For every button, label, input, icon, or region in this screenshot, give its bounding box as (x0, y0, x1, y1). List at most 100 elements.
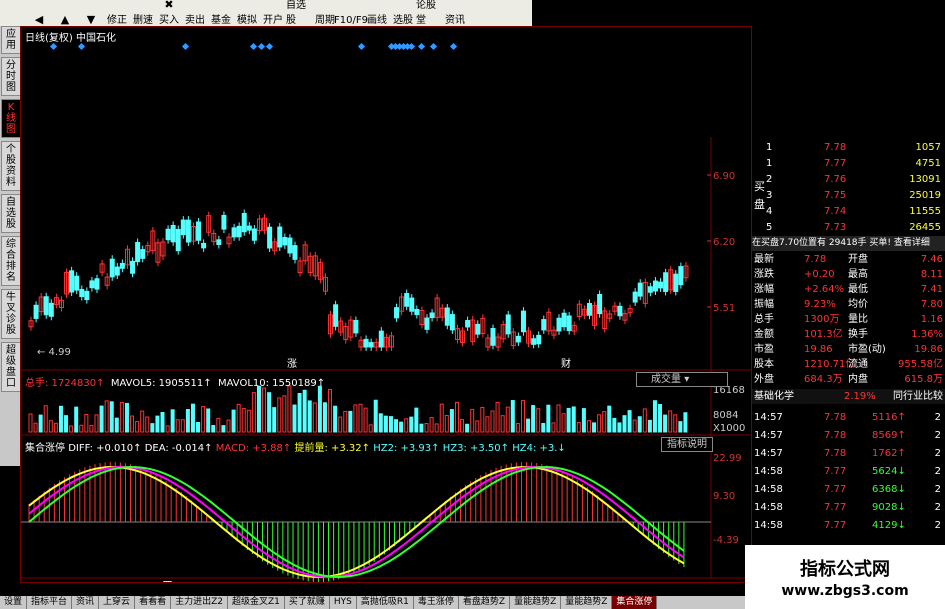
candle-body (444, 307, 450, 326)
toolbar-button-9[interactable]: 模拟 (234, 0, 260, 26)
quote-value: 9.23% (804, 299, 836, 310)
left-tab-7[interactable]: 超级盘口 (1, 342, 21, 392)
bottom-tab-11[interactable]: 看盘趋势Z (459, 596, 511, 609)
volume-bar (104, 400, 109, 433)
candle-body (48, 302, 54, 317)
bottom-tab-0[interactable]: 设置 (0, 596, 28, 609)
candle-body (140, 249, 146, 259)
volume-bar (561, 413, 566, 433)
bottom-tab-1[interactable]: 指标平台 (27, 596, 73, 609)
order-alert-banner[interactable]: 在买盘7.70位置有 29418手 买单! 查看详细 (752, 236, 945, 251)
toolbar-button-10[interactable]: 开户 (260, 0, 286, 26)
left-tab-4[interactable]: 自选股 (1, 194, 21, 233)
left-tab-0[interactable]: 应用 (1, 26, 21, 54)
left-tab-6[interactable]: 牛叉诊股 (1, 289, 21, 339)
toolbar-button-17[interactable]: 资讯 (442, 0, 468, 26)
vol-total: 总手: 1724830↑ (25, 378, 105, 389)
tick-row: 14:58 7.77 6368↓ 2 (752, 481, 945, 499)
quote-value: 1300万 (804, 314, 840, 325)
sector-row[interactable]: 基础化学 2.19% 同行业比较 (752, 389, 945, 404)
sell-level-row[interactable]: 1 7.78 1057 (752, 140, 945, 155)
level-volume: 25019 (909, 190, 941, 201)
ind-tq: 提前量: +3.32↑ (294, 443, 371, 454)
price-tick-label: 6.20 (713, 237, 735, 248)
bottom-tab-9[interactable]: 高抛低吸R1 (357, 596, 414, 609)
toolbar-button-0[interactable] (0, 0, 26, 26)
quote-value: +0.20 (804, 269, 835, 280)
quote-row: 股本 1210.71亿 流通 955.58亿 (752, 357, 945, 372)
sector-compare-link[interactable]: 同行业比较 (893, 389, 943, 404)
signal-diamond-icon (181, 42, 190, 51)
indicator-help-button[interactable]: 指标说明 (661, 437, 713, 452)
kline-chart-panel[interactable]: 日线(复权) 中国石化 6.90 6.20 5.51 ← 4.99 涨财 16168 808… (20, 26, 752, 583)
buy-level-row[interactable]: 2 7.76 13091 (752, 172, 945, 187)
bottom-tab-14[interactable]: 集合涨停 (612, 596, 658, 609)
bottom-tab-13[interactable]: 量能趋势Z (561, 596, 613, 609)
ind-name: 集合涨停 (25, 443, 65, 454)
toolbar-label: 卖出 (185, 15, 205, 26)
volume-bar (338, 416, 343, 433)
quote-key: 金额 (754, 329, 774, 340)
buy-level-row[interactable]: 4 7.74 11555 (752, 204, 945, 219)
left-tab-3[interactable]: 个股资料 (1, 141, 21, 191)
bottom-tab-4[interactable]: 看看看 (135, 596, 172, 609)
toolbar: ◀ ▲ ▼ 修正 删速 ✖ 买入 卖出 基金 模拟 开户 自选股 周期 F10/F9 画线 选股 论股堂 资讯 (0, 0, 532, 27)
volume-bar (170, 409, 175, 433)
toolbar-button-13[interactable]: F10/F9 (334, 0, 368, 26)
candle-body (378, 330, 384, 348)
candle-body (201, 242, 207, 249)
indicator-axis-label: 9.30 (713, 491, 735, 502)
left-tab-5[interactable]: 综合排名 (1, 236, 21, 286)
volume-bar (658, 404, 663, 433)
quote-key: 外盘 (754, 374, 774, 385)
bottom-tab-6[interactable]: 超级金叉Z1 (228, 596, 285, 609)
volume-bar (201, 406, 206, 433)
toolbar-button-5[interactable]: 删速 (130, 0, 156, 26)
bottom-tab-2[interactable]: 资讯 (72, 596, 100, 609)
tick-volume: 5624↓ (872, 466, 906, 477)
volume-bar (64, 415, 69, 433)
candle-body (505, 314, 511, 335)
left-tab-2[interactable]: K线图 (1, 99, 21, 138)
volume-bar (196, 422, 201, 433)
left-tab-1[interactable]: 分时图 (1, 57, 21, 96)
volume-indicator-dropdown[interactable]: 成交量 ▾ (636, 372, 728, 387)
candle-body (368, 342, 374, 348)
bottom-tab-12[interactable]: 量能趋势Z (510, 596, 562, 609)
sell-level-row[interactable]: 1 7.77 4751 (752, 156, 945, 171)
volume-bar (292, 404, 297, 433)
volume-bar (226, 419, 231, 433)
toolbar-label: 选股 (393, 15, 413, 26)
chart-canvas[interactable]: 6.906.205.51← 4.99涨 财161688084X100022.999… (21, 27, 751, 582)
volume-bar (119, 401, 124, 433)
signal-diamond-icon (407, 42, 416, 51)
toolbar-button-16[interactable]: 论股堂 (416, 0, 442, 26)
volume-bar (642, 408, 647, 433)
bottom-tab-7[interactable]: 买了就赚 (285, 596, 330, 609)
toolbar-button-6[interactable]: ✖ 买入 (156, 0, 182, 26)
bottom-tab-5[interactable]: 主力进出Z2 (171, 596, 228, 609)
bottom-tab-8[interactable]: HYS (330, 596, 357, 609)
buy-level-row[interactable]: 5 7.73 26455 (752, 220, 945, 235)
toolbar-button-14[interactable]: 画线 (364, 0, 390, 26)
quote-key: 市盈(动) (848, 344, 886, 355)
bottom-tab-10[interactable]: 毒王涨停 (414, 596, 459, 609)
toolbar-button-15[interactable]: 选股 (390, 0, 416, 26)
toolbar-button-4[interactable]: 修正 (104, 0, 130, 26)
left-tab-char: 图 (6, 124, 16, 135)
level-price: 7.76 (824, 174, 847, 185)
quote-key: 最高 (848, 269, 868, 280)
toolbar-button-3[interactable]: ▼ (78, 0, 104, 26)
date-axis-label: 2014-11-13/四 (101, 581, 172, 582)
toolbar-button-1[interactable]: ◀ (26, 0, 52, 26)
toolbar-button-8[interactable]: 基金 (208, 0, 234, 26)
tick-row: 14:58 7.77 5624↓ 2 (752, 463, 945, 481)
bottom-tab-3[interactable]: 上穿云 (99, 596, 136, 609)
candle-body (658, 281, 664, 289)
toolbar-label: 买入 (159, 15, 179, 26)
toolbar-button-11[interactable]: 自选股 (286, 0, 312, 26)
toolbar-button-7[interactable]: 卖出 (182, 0, 208, 26)
toolbar-button-2[interactable]: ▲ (52, 0, 78, 26)
left-tab-char: 股 (6, 325, 16, 336)
buy-level-row[interactable]: 3 7.75 25019 (752, 188, 945, 203)
